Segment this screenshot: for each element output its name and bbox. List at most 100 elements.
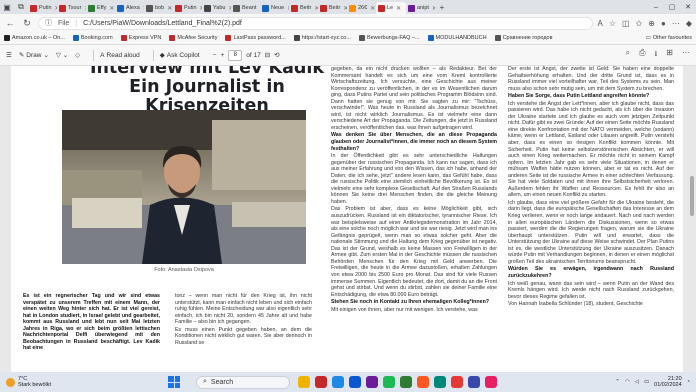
ask-copilot-button[interactable]: ◆ Ask Copilot <box>160 51 200 60</box>
scrollbar-thumb[interactable] <box>690 176 694 216</box>
tab-label: Le <box>387 5 394 11</box>
taskbar-app-icon[interactable] <box>332 376 344 388</box>
speaker-icon[interactable]: ◁ <box>635 379 639 385</box>
tab-actions-icon[interactable]: ▣ <box>0 0 14 14</box>
photo-portrait-illustration <box>62 110 306 264</box>
notifications-icon[interactable]: ◔ <box>687 379 690 385</box>
bookmark-item[interactable]: McAfee Security <box>169 35 217 41</box>
refresh-button[interactable]: ↻ <box>21 17 33 29</box>
split-screen-icon[interactable]: ◫ <box>622 19 630 28</box>
taskbar-app-icon[interactable] <box>349 376 361 388</box>
url-field[interactable]: ⓘ File | C:/Users/PiaW/Downloads/Lettlan… <box>38 16 593 30</box>
page-total: of 17 <box>246 51 261 59</box>
tab-list-icon[interactable]: ⧉ <box>14 0 28 14</box>
collections-icon[interactable]: ⊕ <box>648 19 655 28</box>
zoom-out-button[interactable]: − <box>213 52 217 59</box>
taskbar-app-icon[interactable] <box>485 376 497 388</box>
bookmark-item[interactable]: LastPass password... <box>225 35 286 41</box>
close-tab-icon[interactable]: ✕ <box>396 5 401 12</box>
browser-tab[interactable]: Beitr ✕ <box>318 2 347 14</box>
bookmark-label: MODULHANDBUCH <box>435 35 487 41</box>
browser-tab[interactable]: Beant✕ <box>231 2 260 14</box>
search-icon[interactable]: ⌕ <box>626 48 630 62</box>
browser-tab[interactable]: Neue✕ <box>260 2 289 14</box>
draw-button[interactable]: ✎ Draw ⌄ <box>19 51 49 60</box>
browser-tab[interactable]: anipt ✕ <box>406 2 435 14</box>
read-aloud-icon[interactable]: A <box>598 19 603 28</box>
taskbar-search-placeholder: Search <box>210 378 234 386</box>
bookmark-item[interactable]: Express VPN <box>120 35 161 41</box>
close-tab-icon[interactable]: ✕ <box>370 5 375 12</box>
windows-start-icon[interactable] <box>168 376 180 388</box>
taskbar-app-icon[interactable] <box>383 376 395 388</box>
browser-tab[interactable]: Beitr ✕ <box>289 2 318 14</box>
close-window-button[interactable]: ✕ <box>680 0 696 14</box>
bookmark-item[interactable]: Amazon.co.uk – On... <box>4 35 65 41</box>
profile-icon[interactable]: ● <box>661 19 666 28</box>
save-icon[interactable]: ⭳ <box>654 48 657 62</box>
save-as-icon[interactable]: ⊞ <box>666 48 673 62</box>
wifi-icon[interactable]: ◠ <box>625 379 630 385</box>
taskbar-app-icon[interactable] <box>366 376 378 388</box>
chevron-up-icon[interactable]: ⌃ <box>615 379 620 385</box>
clock[interactable]: 21:20 01/02/2024 <box>654 376 682 389</box>
close-tab-icon[interactable]: ✕ <box>167 5 172 12</box>
url-separator: | <box>75 19 78 27</box>
back-button[interactable]: ← <box>4 17 16 29</box>
print-icon[interactable]: ⎙ <box>639 48 645 62</box>
browser-tab[interactable]: Tsour✕ <box>57 2 86 14</box>
page-view-icon[interactable]: ⊟ <box>265 51 270 59</box>
copilot-icon[interactable]: ◆ <box>686 19 692 28</box>
contents-button[interactable]: ☰ <box>6 51 12 59</box>
taskbar-app-icon[interactable] <box>434 376 446 388</box>
rotate-icon[interactable]: ⟲ <box>274 51 279 59</box>
pdf-page: Interview mit Lev Kadik Ein Journalist i… <box>11 66 683 372</box>
taskbar-app-icon[interactable] <box>417 376 429 388</box>
bookmark-favicon <box>120 35 127 41</box>
read-aloud-button[interactable]: A Read aloud <box>100 52 140 59</box>
page-number-input[interactable]: 8 <box>228 49 243 61</box>
highlight-button[interactable]: ▽ ⌄ <box>56 51 68 59</box>
bookmark-item[interactable]: MODULHANDBUCH <box>427 35 487 41</box>
close-tab-icon[interactable]: ✕ <box>109 5 114 12</box>
browser-tab[interactable]: Alexa✕ <box>115 2 144 14</box>
taskbar-app-icon[interactable] <box>315 376 327 388</box>
tab-label: anipt <box>417 5 429 11</box>
taskbar-app-icon[interactable] <box>451 376 463 388</box>
taskbar-search[interactable]: ⌕ Search <box>196 375 290 389</box>
bookmark-item[interactable]: Сравнение городов <box>494 35 553 41</box>
ask-copilot-label: Ask Copilot <box>166 51 200 59</box>
tab-strip: ▣ ⧉ Putin✕Tsour✕Effy✕Alexa✕bob✕Putin✕Yab… <box>0 0 696 14</box>
more-options-icon[interactable]: ⋯ <box>682 48 690 62</box>
taskbar-app-icon[interactable] <box>400 376 412 388</box>
browser-tab[interactable]: Putin✕ <box>173 2 202 14</box>
zoom-in-button[interactable]: + <box>220 52 224 59</box>
favorites-icon[interactable]: ✩ <box>636 19 643 28</box>
maximize-button[interactable]: ▢ <box>664 0 680 14</box>
browser-tab[interactable]: Le ✕ <box>376 2 406 14</box>
draw-label: Draw <box>26 51 42 59</box>
settings-more-icon[interactable]: ⋯ <box>672 19 680 28</box>
bookmark-item[interactable]: https://start-xyz.co... <box>293 35 351 41</box>
weather-widget[interactable]: 7°C Stark bewölkt <box>0 376 160 388</box>
erase-button[interactable]: ◇ <box>75 51 80 59</box>
browser-tab[interactable]: Putin✕ <box>28 2 57 14</box>
battery-icon[interactable]: ▭ <box>644 379 649 385</box>
taskbar-app-icon[interactable] <box>298 376 310 388</box>
browser-tab[interactable]: Effy ✕ <box>86 2 115 14</box>
browser-tab[interactable]: bob ✕ <box>144 2 173 14</box>
browser-tab[interactable]: Yabu ✕ <box>202 2 231 14</box>
minimize-button[interactable]: – <box>648 0 664 14</box>
pdf-viewer[interactable]: Interview mit Lev Kadik Ein Journalist i… <box>0 66 696 372</box>
browser-tab[interactable]: 26€ ✕ <box>347 2 376 14</box>
other-favourites[interactable]: ▭ Other favourites <box>646 35 692 41</box>
taskbar-app-icon[interactable] <box>468 376 480 388</box>
bookmark-item[interactable]: Booking.com <box>72 35 113 41</box>
bookmark-label: Amazon.co.uk – On... <box>12 35 65 41</box>
info-icon[interactable]: ⓘ <box>45 18 52 28</box>
favorite-star-icon[interactable]: ☆ <box>609 19 616 28</box>
tab-label: Yabu <box>213 5 226 11</box>
vertical-scrollbar[interactable] <box>689 66 694 372</box>
new-tab-button[interactable]: + <box>435 0 449 14</box>
bookmark-item[interactable]: Bewerbungs-FAQ –... <box>358 35 420 41</box>
